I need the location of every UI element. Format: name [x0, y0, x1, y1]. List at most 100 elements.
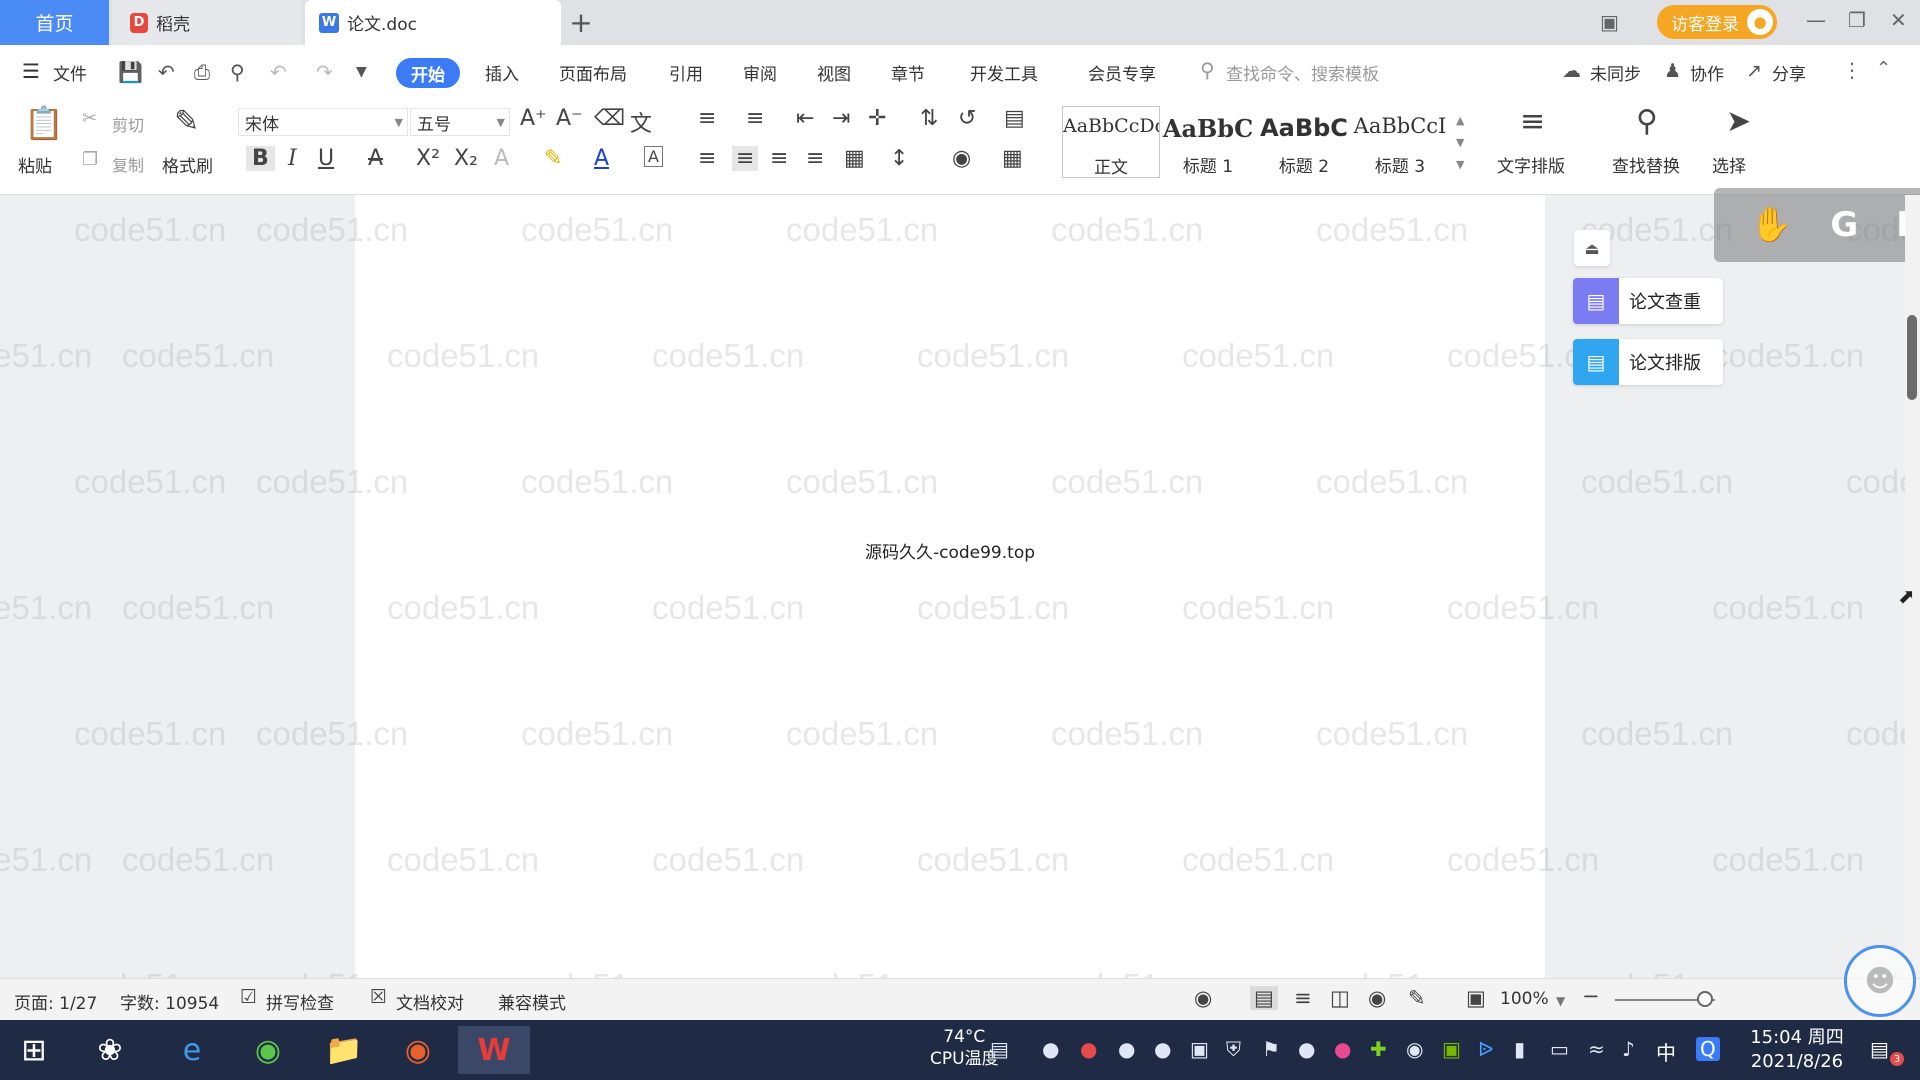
- ruler-icon[interactable]: ▤: [1004, 106, 1025, 131]
- tab-home[interactable]: 首页: [0, 0, 109, 45]
- subscript-icon[interactable]: X₂: [454, 146, 478, 171]
- show-marks-icon[interactable]: ↺: [958, 106, 976, 131]
- wifi-icon[interactable]: ≈: [1588, 1037, 1605, 1061]
- menu-page-layout[interactable]: 页面布局: [559, 60, 627, 85]
- zoom-slider-knob[interactable]: [1697, 991, 1713, 1007]
- share-button[interactable]: 分享: [1772, 60, 1806, 85]
- collapse-ribbon-icon[interactable]: ⌃: [1876, 58, 1891, 79]
- underline-icon[interactable]: U: [318, 146, 334, 171]
- menu-references[interactable]: 引用: [669, 60, 703, 85]
- menu-insert[interactable]: 插入: [485, 60, 519, 85]
- new-tab-button[interactable]: +: [566, 0, 596, 45]
- assistant-bot-icon[interactable]: ☻: [1844, 945, 1916, 1017]
- qq-input-icon[interactable]: Q: [1696, 1037, 1720, 1061]
- float-g[interactable]: G: [1830, 205, 1858, 245]
- font-size-select[interactable]: 五号 ▼: [410, 108, 510, 136]
- qq-icon[interactable]: ●: [1298, 1037, 1315, 1061]
- battery-icon[interactable]: ▭: [1550, 1037, 1569, 1061]
- find-replace-icon[interactable]: ⚲: [1636, 104, 1658, 139]
- tray-app-7-icon[interactable]: ✚: [1370, 1037, 1387, 1061]
- close-window-icon[interactable]: ✕: [1890, 8, 1907, 32]
- style-heading-3[interactable]: AaBbCcI 标题 3: [1352, 106, 1448, 177]
- browser-360-icon[interactable]: ◉: [244, 1026, 292, 1074]
- tray-app-3-icon[interactable]: ●: [1118, 1037, 1135, 1061]
- increase-indent-icon[interactable]: ⇥: [832, 106, 850, 131]
- styles-scroll-icon[interactable]: ▲ ▼ ▼: [1456, 110, 1464, 176]
- bell-icon[interactable]: ⚑: [1262, 1037, 1280, 1061]
- scrollbar-thumb[interactable]: [1907, 315, 1917, 400]
- ie-browser-icon[interactable]: e: [168, 1026, 216, 1074]
- numbering-icon[interactable]: ≡: [746, 106, 764, 131]
- char-border-icon[interactable]: A: [644, 146, 663, 167]
- save-icon[interactable]: 💾: [118, 60, 143, 84]
- page-view-icon[interactable]: ▤: [1250, 986, 1278, 1010]
- collab-button[interactable]: 协作: [1690, 60, 1724, 85]
- text-layout-button[interactable]: 文字排版: [1497, 152, 1565, 177]
- distribute-icon[interactable]: ▦: [844, 146, 865, 171]
- tab-daoke[interactable]: D 稻壳: [112, 0, 302, 45]
- tray-app-4-icon[interactable]: ●: [1154, 1037, 1171, 1061]
- menu-file[interactable]: 文件: [53, 60, 87, 85]
- cut-button[interactable]: 剪切: [112, 112, 144, 136]
- window-layout-icon[interactable]: ▣: [1600, 10, 1619, 34]
- cursor-icon[interactable]: ➤: [1726, 104, 1751, 139]
- line-spacing-icon[interactable]: ↕: [890, 146, 908, 171]
- clear-format-icon[interactable]: ⌫: [594, 106, 625, 131]
- notification-icon[interactable]: ▤: [1870, 1037, 1889, 1061]
- menu-review[interactable]: 审阅: [743, 60, 777, 85]
- ime-indicator[interactable]: 中: [1656, 1037, 1676, 1066]
- wps-taskbar-icon[interactable]: W: [458, 1026, 530, 1074]
- format-painter-icon[interactable]: ✎: [174, 104, 199, 139]
- print-preview-icon[interactable]: ⚲: [230, 60, 245, 84]
- style-heading-1[interactable]: AaBbC 标题 1: [1160, 106, 1256, 177]
- justify-icon[interactable]: ≡: [806, 146, 824, 171]
- hand-icon[interactable]: ✋: [1750, 205, 1792, 245]
- login-button[interactable]: 访客登录 ●: [1657, 5, 1777, 39]
- more-icon[interactable]: ⋮: [1842, 58, 1862, 82]
- highlight-icon[interactable]: ✎: [544, 146, 562, 171]
- menu-home-tab[interactable]: 开始: [396, 58, 460, 88]
- bullets-icon[interactable]: ≡: [698, 106, 716, 131]
- command-search[interactable]: 查找命令、搜索模板: [1226, 60, 1379, 85]
- web-view-icon[interactable]: ◉: [1368, 986, 1386, 1010]
- find-replace-button[interactable]: 查找替换: [1612, 152, 1680, 177]
- undo-history-icon[interactable]: ↶: [158, 60, 175, 84]
- font-name-select[interactable]: 宋体 ▼: [238, 108, 408, 136]
- copy-button[interactable]: 复制: [112, 152, 144, 176]
- zoom-level[interactable]: 100%: [1500, 989, 1549, 1009]
- text-effect-icon[interactable]: A: [494, 146, 509, 171]
- select-button[interactable]: 选择: [1712, 152, 1746, 177]
- format-painter-button[interactable]: 格式刷: [162, 152, 213, 177]
- hamburger-icon[interactable]: ☰: [22, 59, 40, 83]
- monitor-tray-icon[interactable]: ▤: [990, 1037, 1009, 1061]
- phonetic-icon[interactable]: 文: [630, 106, 652, 138]
- print-icon[interactable]: ⎙: [194, 60, 210, 84]
- italic-icon[interactable]: I: [288, 146, 297, 171]
- outline-view-icon[interactable]: ≡: [1294, 986, 1312, 1010]
- menu-developer[interactable]: 开发工具: [970, 60, 1038, 85]
- bold-icon[interactable]: B: [246, 146, 275, 171]
- undo-icon[interactable]: ↶: [270, 60, 287, 84]
- usb-icon[interactable]: ▮: [1514, 1037, 1525, 1061]
- restore-icon[interactable]: ❐: [1848, 8, 1866, 32]
- page-indicator[interactable]: 页面: 1/27: [14, 989, 97, 1014]
- document-page[interactable]: [355, 195, 1545, 978]
- menu-chapter[interactable]: 章节: [891, 60, 925, 85]
- font-color-icon[interactable]: A: [594, 146, 609, 171]
- align-left-icon[interactable]: ≡: [698, 146, 716, 171]
- shrink-font-icon[interactable]: A⁻: [556, 106, 583, 131]
- fit-page-icon[interactable]: ▣: [1466, 986, 1486, 1010]
- panel-collapse-icon[interactable]: ⏏: [1574, 230, 1610, 266]
- tray-app-5-icon[interactable]: ▣: [1190, 1037, 1209, 1061]
- nvidia-icon[interactable]: ▣: [1442, 1037, 1461, 1061]
- bluetooth-icon[interactable]: ᐉ: [1478, 1037, 1493, 1061]
- asian-layout-icon[interactable]: ✛: [868, 106, 886, 131]
- pinwheel-app-icon[interactable]: ❀: [86, 1026, 134, 1074]
- media-app-icon[interactable]: ◉: [394, 1026, 442, 1074]
- pen-icon[interactable]: ✎: [1408, 986, 1426, 1010]
- align-right-icon[interactable]: ≡: [770, 146, 788, 171]
- sort-icon[interactable]: ⇅: [920, 106, 938, 131]
- grow-font-icon[interactable]: A⁺: [520, 106, 547, 131]
- customize-chevron-icon[interactable]: ▼: [356, 64, 367, 80]
- file-explorer-icon[interactable]: 📁: [320, 1026, 368, 1074]
